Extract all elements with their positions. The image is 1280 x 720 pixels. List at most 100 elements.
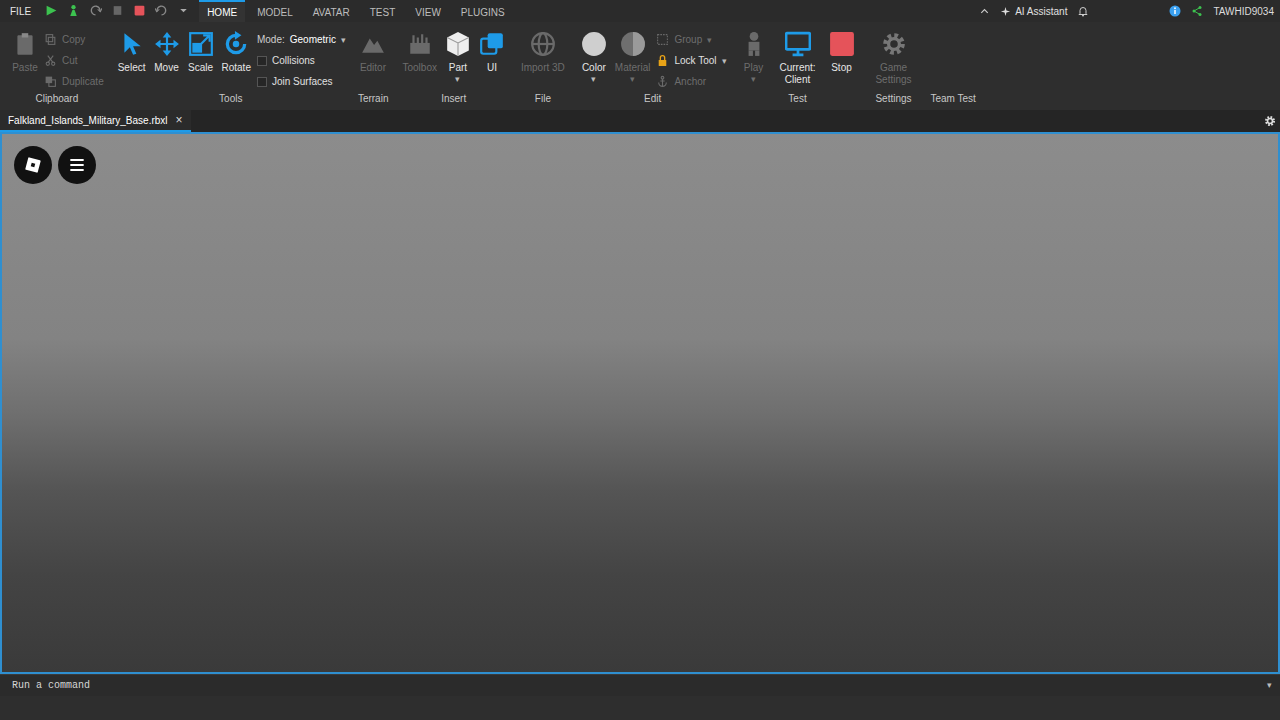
dropdown-value[interactable]: Geometric xyxy=(290,32,336,47)
ribbon-small-button[interactable]: Lock Tool ▾ xyxy=(656,53,726,68)
document-title[interactable]: Falkland_Islands_Military_Base.rbxl xyxy=(8,113,168,128)
checkbox-label[interactable]: Collisions xyxy=(272,53,315,68)
ribbon-button[interactable]: Move xyxy=(152,31,182,74)
ribbon-button-label[interactable]: Stop xyxy=(831,62,852,74)
ribbon-button[interactable]: Color▾ xyxy=(579,31,609,84)
ribbon-button-label: Material xyxy=(615,62,651,74)
ai-assistant-button[interactable]: AI Assistant xyxy=(1000,4,1067,19)
stop-icon[interactable] xyxy=(133,4,147,18)
viewport-settings[interactable] xyxy=(1264,110,1280,132)
runner-icon[interactable] xyxy=(67,4,81,18)
ribbon-group-items: PasteCopyCutDuplicate xyxy=(10,22,104,90)
player-icon xyxy=(741,31,767,57)
menu-left: FILE HOMEMODELAVATARTESTVIEWPLUGINS xyxy=(10,0,513,22)
info-icon[interactable] xyxy=(1169,5,1181,17)
gear-icon[interactable] xyxy=(1264,115,1276,127)
ribbon-button[interactable]: Part▾ xyxy=(443,31,473,84)
share-icon[interactable] xyxy=(1191,5,1203,17)
checkbox-label[interactable]: Join Surfaces xyxy=(272,74,333,89)
dropdown-caret[interactable]: ▾ xyxy=(591,74,596,84)
ribbon-group: Game SettingsSettings xyxy=(863,22,925,108)
ribbon-button: Import 3D xyxy=(519,31,567,74)
checkbox[interactable] xyxy=(257,56,267,66)
document-tabs: Falkland_Islands_Military_Base.rbxl × xyxy=(0,110,1280,132)
ribbon-button[interactable]: Scale xyxy=(186,31,216,74)
ribbon-small-label: Cut xyxy=(62,53,78,68)
ribbon-tab[interactable]: MODEL xyxy=(249,0,301,22)
ribbon-tab[interactable]: TEST xyxy=(362,0,404,22)
ribbon-button: Play▾ xyxy=(739,31,769,84)
ribbon-button: Game Settings xyxy=(869,31,919,86)
ribbon-group: EditorTerrain xyxy=(352,22,395,108)
hamburger-button[interactable] xyxy=(58,146,96,184)
ui-frames-icon xyxy=(479,31,505,57)
paste-icon xyxy=(12,31,38,57)
undo-icon[interactable] xyxy=(155,4,169,18)
toolbox-icon xyxy=(407,31,433,57)
dropdown-caret[interactable]: ▾ xyxy=(341,35,346,45)
ribbon-button-label: Paste xyxy=(12,62,38,74)
command-bar[interactable]: Run a command ▾ xyxy=(0,674,1280,696)
bell-icon[interactable] xyxy=(1077,5,1089,17)
save-icon[interactable] xyxy=(111,4,125,18)
document-tab[interactable]: Falkland_Islands_Military_Base.rbxl × xyxy=(0,110,191,132)
collapse-icon[interactable] xyxy=(979,6,990,17)
ribbon-small-label[interactable]: Lock Tool xyxy=(674,53,716,68)
studio-icon[interactable] xyxy=(45,4,59,18)
ribbon-button-label[interactable]: Select xyxy=(118,62,146,74)
sparkle-icon xyxy=(1000,6,1011,17)
checkbox[interactable] xyxy=(257,77,267,87)
roblox-logo-icon xyxy=(22,154,44,176)
ribbon-button-label: Toolbox xyxy=(402,62,436,74)
checkbox-row[interactable]: Join Surfaces xyxy=(257,74,346,89)
dropdown-label: Mode: xyxy=(257,32,285,47)
ribbon-button[interactable]: Current: Client xyxy=(773,31,823,86)
ribbon-group-label: File xyxy=(519,90,567,108)
ribbon-small-button: Group▾ xyxy=(656,32,726,47)
move-arrows-icon xyxy=(154,31,180,57)
monitor-icon xyxy=(785,31,811,57)
customize-icon[interactable] xyxy=(177,4,191,18)
ribbon-tab[interactable]: VIEW xyxy=(407,0,449,22)
ribbon-small-button: Anchor xyxy=(656,74,726,89)
ribbon-button-label[interactable]: Color xyxy=(582,62,606,74)
ribbon-button-label[interactable]: UI xyxy=(487,62,497,74)
command-input[interactable]: Run a command xyxy=(12,678,90,693)
ribbon-button-label[interactable]: Move xyxy=(154,62,178,74)
dropdown-caret[interactable]: ▾ xyxy=(722,56,727,66)
ribbon-tab[interactable]: HOME xyxy=(199,0,245,22)
close-button[interactable]: × xyxy=(176,111,183,129)
ribbon-group-items: Import 3D xyxy=(519,22,567,90)
ribbon-button-label[interactable]: Rotate xyxy=(222,62,251,74)
ribbon-button: Paste xyxy=(10,31,40,74)
ribbon-button-label[interactable]: Current: Client xyxy=(775,62,821,86)
checkbox-row[interactable]: Collisions xyxy=(257,53,346,68)
user-name[interactable]: TAWHID9034 xyxy=(1213,4,1274,19)
roblox-menu-button[interactable] xyxy=(14,146,52,184)
ribbon-button[interactable]: Stop xyxy=(827,31,857,74)
ribbon-small-label: Anchor xyxy=(674,74,706,89)
ribbon-button[interactable]: Rotate xyxy=(220,31,253,74)
ribbon-small-button: Cut xyxy=(44,53,104,68)
mode-dropdown[interactable]: Mode: Geometric ▾ xyxy=(257,32,346,47)
ribbon-group: ToolboxPart▾UIInsert xyxy=(394,22,512,108)
ribbon-button-label[interactable]: Part xyxy=(449,62,467,74)
redo-icon[interactable] xyxy=(89,4,103,18)
menu-right: AI Assistant TAWHID9034 xyxy=(979,0,1274,22)
scissors-icon xyxy=(44,54,57,67)
dropdown-caret[interactable]: ▾ xyxy=(455,74,460,84)
game-viewport[interactable] xyxy=(0,132,1280,674)
dropdown-caret: ▾ xyxy=(751,74,756,84)
ribbon-button-label[interactable]: Scale xyxy=(188,62,213,74)
command-history-caret[interactable]: ▾ xyxy=(1267,679,1272,693)
ribbon-button[interactable]: UI xyxy=(477,31,507,74)
lock-icon xyxy=(656,54,669,67)
ribbon-button: Material▾ xyxy=(613,31,653,84)
ribbon-button[interactable]: Select xyxy=(116,31,148,74)
dropdown-caret: ▾ xyxy=(707,35,712,45)
file-menu[interactable]: FILE xyxy=(10,4,31,19)
ai-assistant-label[interactable]: AI Assistant xyxy=(1015,4,1067,19)
ribbon-small-button: Copy xyxy=(44,32,104,47)
ribbon-tab[interactable]: PLUGINS xyxy=(453,0,513,22)
ribbon-tab[interactable]: AVATAR xyxy=(305,0,358,22)
